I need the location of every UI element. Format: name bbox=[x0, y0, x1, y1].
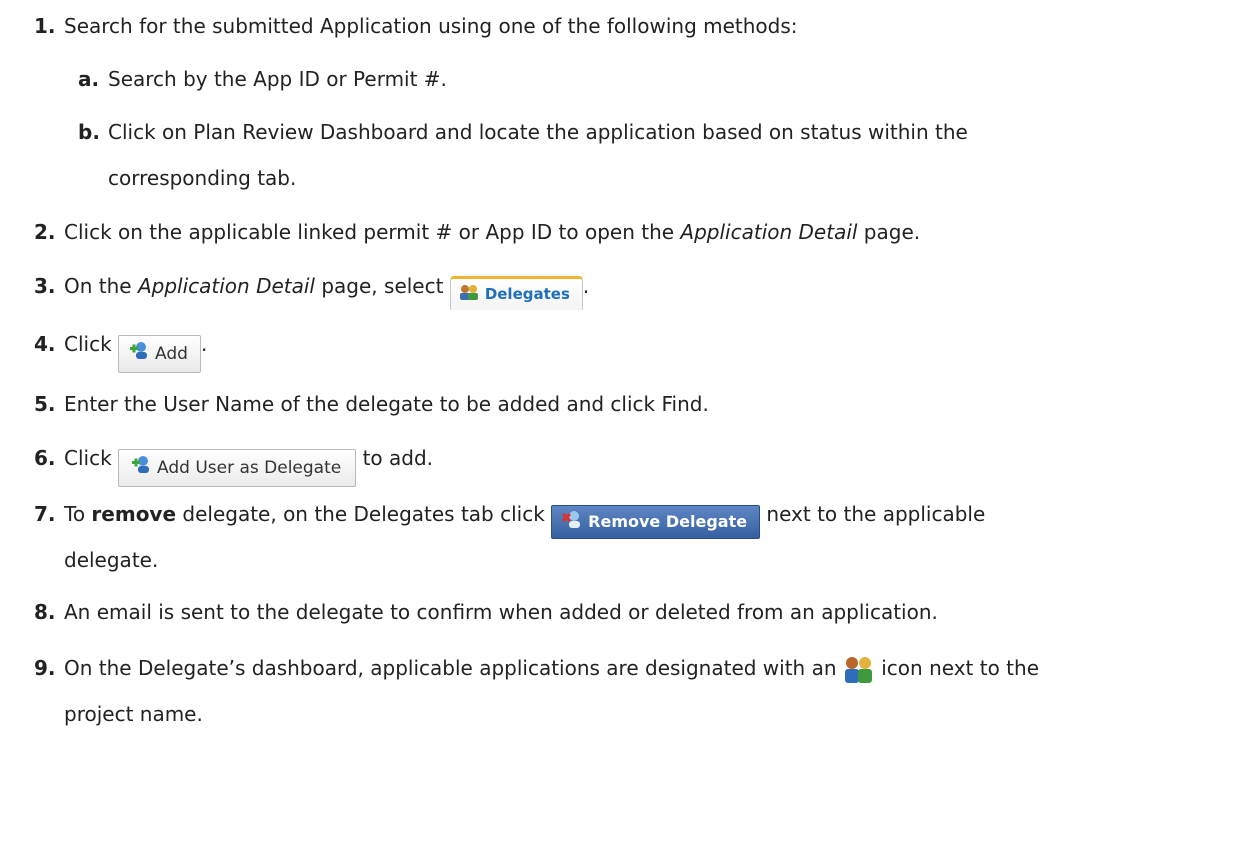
step-number: 7. bbox=[34, 502, 56, 526]
add-button[interactable]: Add bbox=[118, 335, 201, 373]
add-user-as-delegate-label: Add User as Delegate bbox=[157, 458, 342, 478]
step-number: 1. bbox=[34, 14, 56, 38]
step-number: 8. bbox=[34, 600, 56, 624]
step-letter: a. bbox=[78, 67, 100, 91]
delegate-badge-icon bbox=[843, 655, 875, 692]
step-number: 5. bbox=[34, 392, 56, 416]
step-number: 3. bbox=[34, 274, 56, 298]
text-segment: to add. bbox=[356, 446, 434, 470]
delegates-tab[interactable]: Delegates bbox=[449, 276, 583, 310]
emphasized-text: Application Detail bbox=[137, 274, 315, 298]
step-text-continuation: corresponding tab. bbox=[108, 166, 297, 190]
step-number: 6. bbox=[34, 446, 56, 470]
step-text: Click Add. bbox=[64, 330, 207, 373]
add-user-icon bbox=[131, 450, 151, 486]
text-segment: On the Delegate’s dashboard, applicable … bbox=[64, 656, 843, 680]
remove-delegate-label: Remove Delegate bbox=[588, 512, 748, 531]
step-number: 9. bbox=[34, 656, 56, 680]
text-segment: . bbox=[582, 274, 590, 298]
step-text: Click on Plan Review Dashboard and locat… bbox=[108, 120, 968, 144]
text-segment: . bbox=[200, 332, 208, 356]
text-segment: To bbox=[64, 502, 92, 526]
step-text-continuation: delegate. bbox=[64, 548, 159, 572]
step-text: On the Application Detail page, select D… bbox=[64, 272, 589, 310]
text-segment: delegate, on the Delegates tab click bbox=[176, 502, 552, 526]
step-text: Click on the applicable linked permit # … bbox=[64, 218, 920, 246]
strong-text: remove bbox=[91, 502, 177, 526]
text-segment: icon next to the bbox=[874, 656, 1039, 680]
remove-delegate-button[interactable]: Remove Delegate bbox=[551, 505, 761, 539]
step-text: On the Delegate’s dashboard, applicable … bbox=[64, 654, 1039, 692]
add-user-as-delegate-button[interactable]: Add User as Delegate bbox=[118, 449, 357, 487]
text-segment: page. bbox=[857, 220, 921, 244]
text-segment: page, select bbox=[315, 274, 450, 298]
step-text: Enter the User Name of the delegate to b… bbox=[64, 392, 709, 416]
step-text-continuation: project name. bbox=[64, 702, 203, 726]
step-number: 4. bbox=[34, 332, 56, 356]
step-text: Search by the App ID or Permit #. bbox=[108, 67, 447, 91]
remove-user-icon bbox=[562, 507, 582, 539]
delegates-users-icon bbox=[459, 280, 479, 310]
step-text: An email is sent to the delegate to conf… bbox=[64, 600, 938, 624]
text-segment: Click bbox=[64, 332, 119, 356]
emphasized-text: Application Detail bbox=[680, 220, 858, 244]
text-segment: On the bbox=[64, 274, 138, 298]
step-text: Click Add User as Delegate to add. bbox=[64, 444, 433, 487]
text-segment: Click on the applicable linked permit # … bbox=[64, 220, 681, 244]
add-user-icon bbox=[129, 336, 149, 372]
add-button-label: Add bbox=[155, 344, 188, 364]
text-segment: Click bbox=[64, 446, 119, 470]
step-text: To remove delegate, on the Delegates tab… bbox=[64, 500, 985, 539]
step-text: Search for the submitted Application usi… bbox=[64, 14, 798, 38]
delegates-tab-label: Delegates bbox=[484, 285, 570, 303]
step-number: 2. bbox=[34, 220, 56, 244]
text-segment: next to the applicable bbox=[760, 502, 986, 526]
step-letter: b. bbox=[78, 120, 100, 144]
instructions-document: 1. Search for the submitted Application … bbox=[0, 0, 1236, 861]
